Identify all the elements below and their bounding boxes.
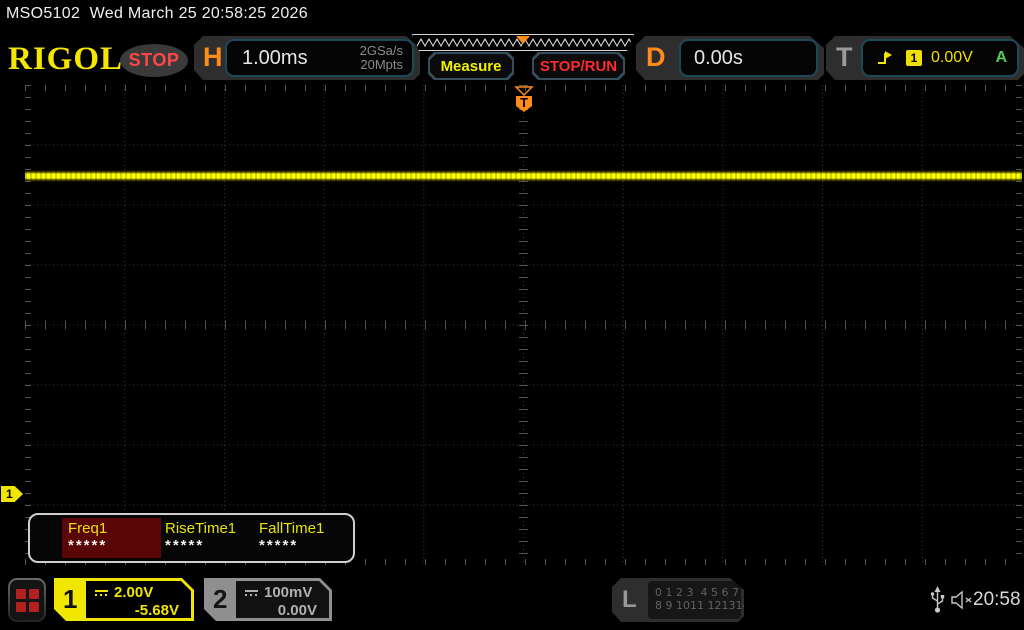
delay-label: D <box>646 42 666 72</box>
measurement-panel: Freq1 ***** RiseTime1 ***** FallTime1 **… <box>28 513 355 563</box>
delay-panel[interactable]: D 0.00s <box>636 36 824 80</box>
trigger-panel[interactable]: T 1 0.00V A <box>826 36 1024 80</box>
ch1-waveform-trace <box>25 170 1022 182</box>
horizontal-label: H <box>203 42 223 72</box>
ch1-level-marker[interactable]: 1 <box>1 486 23 502</box>
ch2-coupling-icon <box>245 590 258 596</box>
delay-value: 0.00s <box>694 46 743 69</box>
oscilloscope-screen: { "titlebar": {"model": "MSO5102", "date… <box>0 0 1024 630</box>
preview-trigger-position-icon[interactable] <box>516 36 530 44</box>
trigger-position-marker[interactable]: T <box>513 86 535 114</box>
model-name: MSO5102 <box>6 5 81 22</box>
logic-row-1: 0 1 2 3 4 5 6 7 <box>655 586 739 599</box>
datetime: Wed March 25 20:58:25 2026 <box>89 5 308 22</box>
trigger-level-value: 0.00V <box>931 49 973 66</box>
rigol-logo: RIGOL <box>8 41 124 77</box>
trigger-box[interactable]: 1 0.00V A <box>861 39 1019 77</box>
ch2-number: 2 <box>213 584 228 614</box>
measure-button-label: Measure <box>430 54 512 78</box>
measurement-item-label[interactable]: FallTime1 <box>259 520 324 537</box>
logic-channels-widget[interactable]: L 0 1 2 3 4 5 6 7 8 9 1011 12131415 <box>612 578 744 622</box>
usb-icon <box>930 586 945 613</box>
measure-button[interactable]: Measure <box>428 52 514 80</box>
logic-channels-box: 0 1 2 3 4 5 6 7 8 9 1011 12131415 <box>648 581 741 619</box>
measurement-item-value: ***** <box>259 537 299 554</box>
menu-grid-icon <box>10 580 44 620</box>
ch2-scale: 100mV <box>264 584 313 601</box>
measurement-item-value: ***** <box>68 537 108 554</box>
ch1-widget[interactable]: 1 2.00V -5.68V <box>54 578 194 621</box>
trigger-label: T <box>836 42 853 72</box>
menu-grid-button[interactable] <box>8 578 46 622</box>
measurement-item-label[interactable]: Freq1 <box>68 520 107 537</box>
waveform-overview-strip[interactable] <box>412 34 634 51</box>
titlebar: MSO5102 Wed March 25 20:58:25 2026 <box>6 5 308 23</box>
trigger-slope-icon <box>877 50 895 66</box>
sample-rate: 2GSa/s <box>359 43 403 58</box>
ch1-scale: 2.00V <box>114 584 154 601</box>
ch1-offset: -5.68V <box>134 602 179 619</box>
logic-row-2: 8 9 1011 12131415 <box>655 599 764 612</box>
run-state-badge: STOP <box>120 44 188 77</box>
delay-box[interactable]: 0.00s <box>679 39 818 77</box>
trigger-marker-letter: T <box>520 95 528 110</box>
trigger-source-badge: 1 <box>906 50 922 66</box>
graticule-grid <box>25 85 1022 565</box>
horizontal-panel[interactable]: H 1.00ms 2GSa/s 20Mpts <box>194 36 420 80</box>
logic-label: L <box>622 586 637 613</box>
trigger-sweep-mode: A <box>995 49 1007 66</box>
clock: 20:58 <box>973 589 1021 610</box>
measurement-item-label[interactable]: RiseTime1 <box>165 520 236 537</box>
ch2-offset: 0.00V <box>277 602 317 619</box>
stop-run-button-label: STOP/RUN <box>534 54 623 78</box>
ch1-coupling-icon <box>95 590 108 596</box>
stop-run-button[interactable]: STOP/RUN <box>532 52 625 80</box>
acquisition-info: 2GSa/s 20Mpts <box>360 44 412 72</box>
memory-depth: 20Mpts <box>360 57 403 72</box>
ch1-number: 1 <box>63 584 78 614</box>
timebase-box[interactable]: 1.00ms 2GSa/s 20Mpts <box>225 39 414 77</box>
ch2-widget[interactable]: 2 100mV 0.00V <box>204 578 332 621</box>
measurement-item-value: ***** <box>165 537 205 554</box>
timebase-value: 1.00ms <box>242 46 308 69</box>
